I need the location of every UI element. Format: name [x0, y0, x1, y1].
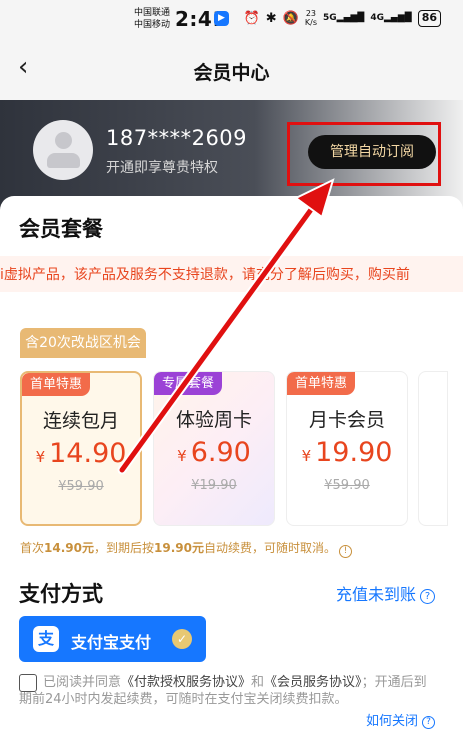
package-price: ¥14.90 — [35, 438, 127, 469]
package-original-price: ¥19.90 — [191, 478, 237, 493]
package-price: ¥19.90 — [301, 437, 393, 468]
alarm-icon: ⏰ — [243, 10, 260, 26]
package-card-monthly-auto[interactable]: 首单特惠 连续包月 ¥14.90 ¥59.90 — [20, 371, 142, 526]
notice-banner: i虚拟产品，该产品及服务不支持退款，请充分了解后购买，购买前 — [0, 256, 463, 292]
package-name: 月卡会员 — [308, 409, 385, 431]
package-badge: 首单特惠 — [22, 373, 91, 396]
page-title: 会员中心 — [193, 62, 270, 84]
package-name: 连续包月 — [42, 410, 119, 432]
member-service-agreement-link[interactable]: 《会员服务协议》 — [264, 675, 362, 690]
app-notification-icon: ▶ — [214, 11, 229, 26]
package-original-price: ¥59.90 — [58, 479, 104, 494]
promo-tag: 含20次改战区机会 — [20, 328, 146, 358]
battery-icon: 86 — [417, 9, 441, 27]
package-card-partial[interactable] — [418, 371, 448, 526]
agreement-text: 已阅读并同意《付款授权服务协议》和《会员服务协议》；开通后到期前24小时内发起续… — [19, 675, 427, 707]
payment-authorization-agreement-link[interactable]: 《付款授权服务协议》 — [121, 675, 251, 690]
package-card-weekly[interactable]: 专属套餐 体验周卡 ¥6.90 ¥19.90 — [153, 371, 275, 526]
nav-bar: ‹ 会员中心 — [0, 38, 463, 100]
avatar[interactable] — [33, 120, 93, 180]
carrier-1: 中国联通 — [134, 8, 171, 18]
how-to-close-link[interactable]: 如何关闭? — [366, 710, 435, 729]
package-price: ¥6.90 — [177, 437, 251, 468]
status-bar: 中国联通 中国移动 2:41 ▶ ⏰ ✱ 🔕 23 K/s 5G▂▄▆█ 4G▂… — [0, 0, 463, 38]
help-icon: ? — [420, 589, 435, 604]
package-card-monthly[interactable]: 首单特惠 月卡会员 ¥19.90 ¥59.90 — [286, 371, 408, 526]
notice-text: i虚拟产品，该产品及服务不支持退款，请充分了解后购买，购买前 — [0, 267, 410, 283]
signal-4g-icon: 4G▂▄▆█ — [370, 13, 412, 23]
alipay-icon: 支 — [33, 626, 59, 652]
package-original-price: ¥59.90 — [324, 478, 370, 493]
member-header: 187****2609 开通即享尊贵特权 管理自动订阅 — [0, 100, 463, 210]
bluetooth-icon: ✱ — [265, 10, 277, 26]
renewal-note: 首次14.90元，到期后按19.90元自动续费，可随时取消。! — [20, 539, 352, 558]
alipay-method-button[interactable]: 支 支付宝支付 ✓ — [19, 616, 206, 662]
mute-icon: 🔕 — [282, 10, 299, 26]
signal-5g-icon: 5G▂▄▆█ — [323, 13, 365, 23]
system-icons: ⏰ ✱ 🔕 23 K/s 5G▂▄▆█ 4G▂▄▆█ 86 — [244, 9, 441, 27]
agreement-checkbox[interactable] — [19, 674, 37, 692]
carrier-labels: 中国联通 中国移动 — [134, 7, 170, 31]
package-name: 体验周卡 — [175, 409, 252, 431]
network-speed: 23 K/s — [304, 9, 317, 27]
user-subtitle: 开通即享尊贵特权 — [106, 160, 218, 176]
recharge-not-received-link[interactable]: 充值未到账? — [336, 581, 435, 605]
main-content: 会员套餐 i虚拟产品，该产品及服务不支持退款，请充分了解后购买，购买前 含20次… — [0, 196, 463, 739]
carrier-2: 中国移动 — [134, 20, 171, 30]
payment-method-label: 支付宝支付 — [71, 633, 152, 652]
payment-title: 支付方式 — [19, 582, 103, 606]
check-icon: ✓ — [172, 629, 192, 649]
avatar-head — [55, 132, 72, 149]
help-icon: ? — [422, 716, 435, 729]
info-icon[interactable]: ! — [338, 545, 352, 558]
packages-title: 会员套餐 — [19, 217, 103, 241]
manage-auto-subscription-button[interactable]: 管理自动订阅 — [308, 135, 436, 169]
package-badge: 专属套餐 — [154, 372, 223, 395]
avatar-body — [47, 153, 80, 168]
user-phone: 187****2609 — [106, 126, 248, 150]
package-badge: 首单特惠 — [287, 372, 356, 395]
